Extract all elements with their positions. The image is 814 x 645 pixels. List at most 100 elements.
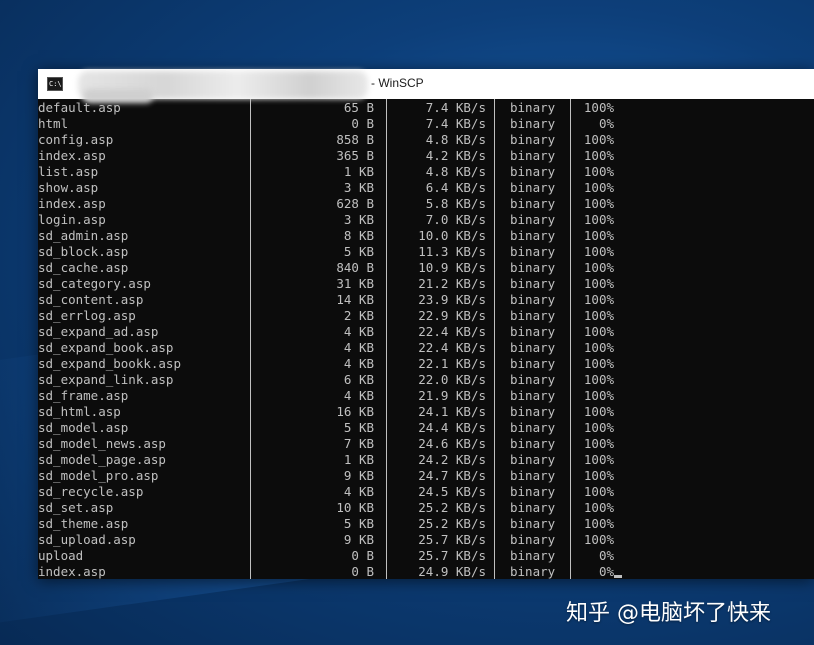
transfer-mode: binary	[510, 196, 556, 211]
transfer-progress: 100%	[583, 516, 614, 531]
file-size: 858 B	[336, 132, 374, 147]
transfer-mode: binary	[510, 276, 556, 291]
transfer-mode: binary	[510, 100, 556, 115]
transfer-speed: 25.7 KB/s	[418, 532, 486, 547]
winscp-console-window[interactable]: - WinSCP default.asp 65 B 7.4 KB/s binary 10…	[38, 69, 814, 579]
transfer-speed: 21.9 KB/s	[418, 388, 486, 403]
transfer-speed: 5.8 KB/s	[425, 196, 486, 211]
transfer-speed: 24.5 KB/s	[418, 484, 486, 499]
transfer-row: sd_cache.asp 840 B 10.9 KB/s binary 100%	[38, 260, 814, 276]
transfer-speed: 21.2 KB/s	[418, 276, 486, 291]
transfer-progress: 0%	[598, 116, 614, 131]
transfer-mode: binary	[510, 500, 556, 515]
file-name: default.asp	[38, 100, 121, 115]
transfer-row: sd_model_news.asp 7 KB 24.6 KB/s binary 100%	[38, 436, 814, 452]
transfer-speed: 23.9 KB/s	[418, 292, 486, 307]
transfer-speed: 4.2 KB/s	[425, 148, 486, 163]
transfer-progress: 0%	[598, 564, 614, 579]
transfer-progress: 100%	[583, 260, 614, 275]
transfer-row: sd_recycle.asp 4 KB 24.5 KB/s binary 100%	[38, 484, 814, 500]
transfer-mode: binary	[510, 212, 556, 227]
file-size: 2 KB	[343, 308, 374, 323]
file-name: list.asp	[38, 164, 99, 179]
file-size: 7 KB	[343, 436, 374, 451]
file-size: 5 KB	[343, 420, 374, 435]
transfer-progress: 100%	[583, 180, 614, 195]
transfer-row: sd_expand_book.asp 4 KB 22.4 KB/s binary 100…	[38, 340, 814, 356]
transfer-speed: 25.2 KB/s	[418, 500, 486, 515]
file-name: sd_expand_book.asp	[38, 340, 174, 355]
console-output[interactable]: default.asp 65 B 7.4 KB/s binary 100% html 0 B…	[38, 99, 814, 579]
file-size: 16 KB	[336, 404, 374, 419]
transfer-mode: binary	[510, 436, 556, 451]
file-size: 14 KB	[336, 292, 374, 307]
transfer-progress: 100%	[583, 468, 614, 483]
file-size: 840 B	[336, 260, 374, 275]
transfer-progress: 100%	[583, 404, 614, 419]
transfer-row: sd_frame.asp 4 KB 21.9 KB/s binary 100%	[38, 388, 814, 404]
transfer-row: sd_admin.asp 8 KB 10.0 KB/s binary 100%	[38, 228, 814, 244]
transfer-mode: binary	[510, 516, 556, 531]
transfer-speed: 24.2 KB/s	[418, 452, 486, 467]
file-size: 5 KB	[343, 244, 374, 259]
file-size: 0 B	[351, 116, 374, 131]
transfer-speed: 24.1 KB/s	[418, 404, 486, 419]
transfer-mode: binary	[510, 468, 556, 483]
transfer-speed: 22.9 KB/s	[418, 308, 486, 323]
transfer-mode: binary	[510, 404, 556, 419]
file-name: sd_recycle.asp	[38, 484, 144, 499]
file-size: 0 B	[351, 564, 374, 579]
transfer-speed: 22.4 KB/s	[418, 340, 486, 355]
transfer-progress: 100%	[583, 452, 614, 467]
file-name: sd_block.asp	[38, 244, 129, 259]
transfer-progress: 100%	[583, 212, 614, 227]
file-size: 628 B	[336, 196, 374, 211]
file-name: sd_expand_ad.asp	[38, 324, 159, 339]
file-name: sd_model_page.asp	[38, 452, 166, 467]
file-name: index.asp	[38, 564, 106, 579]
transfer-speed: 11.3 KB/s	[418, 244, 486, 259]
transfer-speed: 25.2 KB/s	[418, 516, 486, 531]
transfer-speed: 7.0 KB/s	[425, 212, 486, 227]
transfer-progress: 0%	[598, 548, 614, 563]
transfer-speed: 7.4 KB/s	[425, 116, 486, 131]
transfer-row: sd_expand_bookk.asp 4 KB 22.1 KB/s binary 10…	[38, 356, 814, 372]
transfer-progress: 100%	[583, 228, 614, 243]
transfer-progress: 100%	[583, 420, 614, 435]
file-name: show.asp	[38, 180, 99, 195]
transfer-row: sd_category.asp 31 KB 21.2 KB/s binary 100%	[38, 276, 814, 292]
file-size: 1 KB	[343, 164, 374, 179]
file-size: 3 KB	[343, 212, 374, 227]
file-size: 365 B	[336, 148, 374, 163]
transfer-progress: 100%	[583, 532, 614, 547]
transfer-row: sd_block.asp 5 KB 11.3 KB/s binary 100%	[38, 244, 814, 260]
title-bar[interactable]: - WinSCP	[38, 69, 814, 103]
window-title: - WinSCP	[371, 76, 424, 90]
transfer-speed: 10.9 KB/s	[418, 260, 486, 275]
transfer-mode: binary	[510, 116, 556, 131]
transfer-row: index.asp 0 B 24.9 KB/s binary 0%	[38, 564, 814, 579]
file-name: sd_frame.asp	[38, 388, 129, 403]
transfer-mode: binary	[510, 180, 556, 195]
file-name: sd_model.asp	[38, 420, 129, 435]
file-name: sd_cache.asp	[38, 260, 129, 275]
file-name: sd_errlog.asp	[38, 308, 136, 323]
transfer-mode: binary	[510, 388, 556, 403]
transfer-mode: binary	[510, 164, 556, 179]
transfer-progress: 100%	[583, 500, 614, 515]
transfer-mode: binary	[510, 532, 556, 547]
file-name: sd_expand_link.asp	[38, 372, 174, 387]
transfer-progress: 100%	[583, 340, 614, 355]
transfer-row: login.asp 3 KB 7.0 KB/s binary 100%	[38, 212, 814, 228]
file-name: sd_html.asp	[38, 404, 121, 419]
file-name: upload	[38, 548, 84, 563]
transfer-row: index.asp 628 B 5.8 KB/s binary 100%	[38, 196, 814, 212]
file-size: 4 KB	[343, 340, 374, 355]
file-size: 4 KB	[343, 356, 374, 371]
transfer-row: sd_content.asp 14 KB 23.9 KB/s binary 100%	[38, 292, 814, 308]
transfer-mode: binary	[510, 452, 556, 467]
file-name: html	[38, 116, 69, 131]
transfer-speed: 24.6 KB/s	[418, 436, 486, 451]
transfer-progress: 100%	[583, 292, 614, 307]
transfer-mode: binary	[510, 372, 556, 387]
